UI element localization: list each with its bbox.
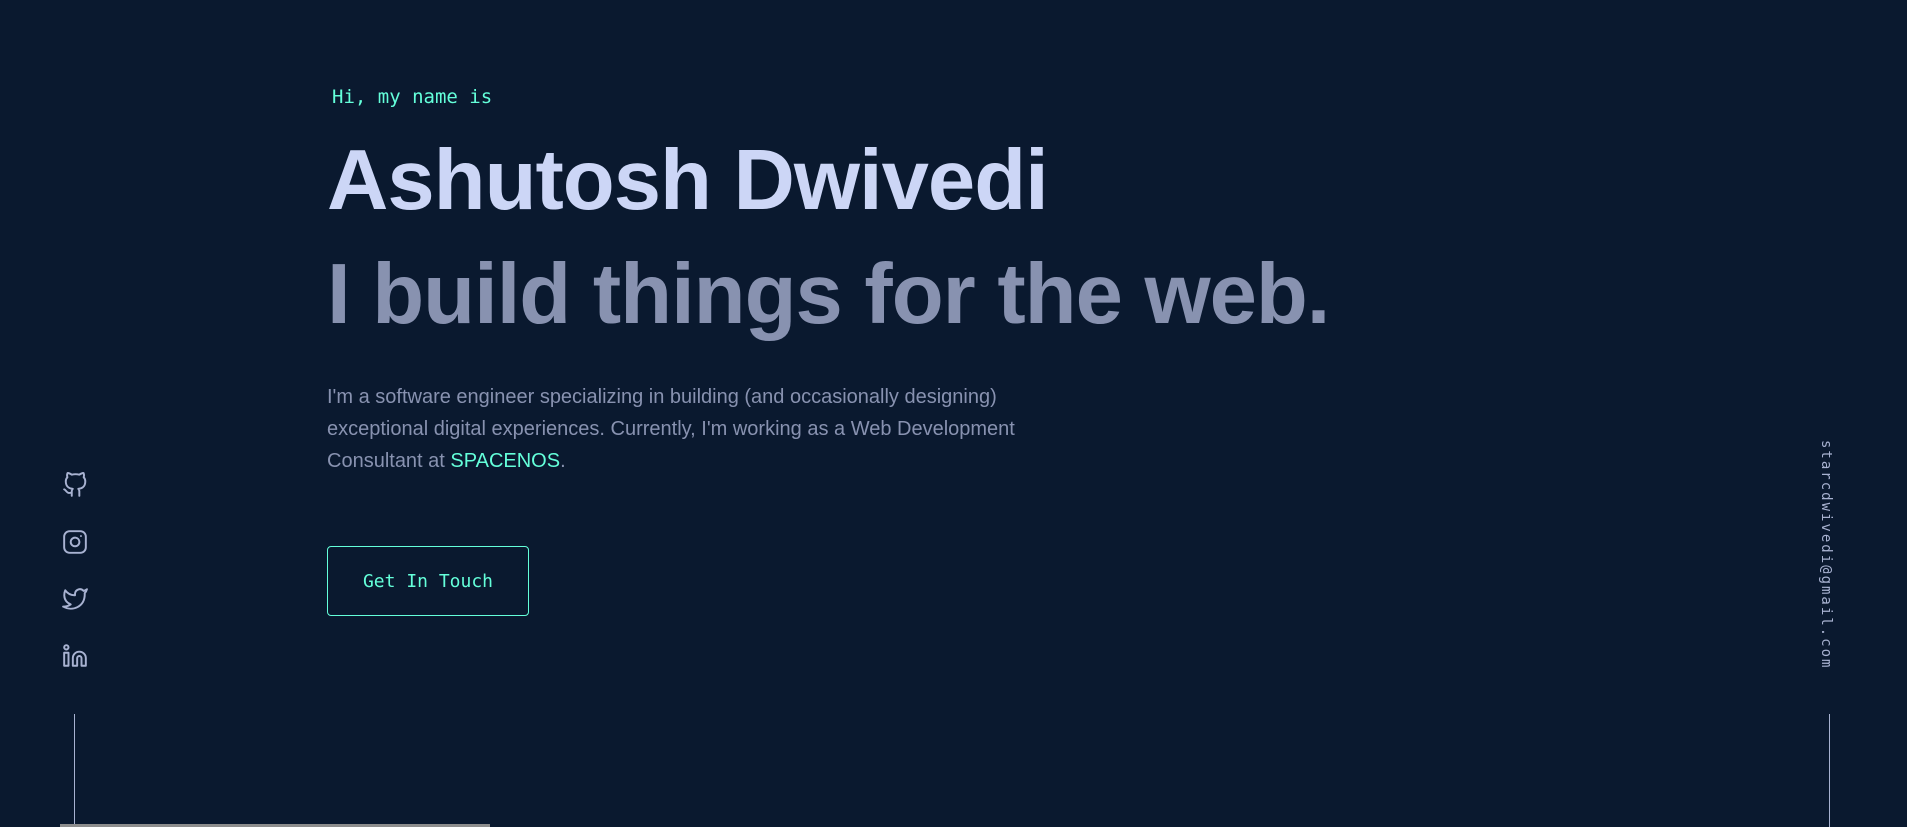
right-vertical-line <box>1829 714 1830 827</box>
get-in-touch-button[interactable]: Get In Touch <box>327 546 529 616</box>
github-icon <box>63 472 87 497</box>
hero-name: Ashutosh Dwivedi <box>327 133 1049 228</box>
linkedin-link[interactable] <box>60 641 90 671</box>
greeting-text: Hi, my name is <box>332 86 493 108</box>
twitter-link[interactable] <box>60 584 90 614</box>
intro-end: . <box>560 450 566 472</box>
linkedin-icon <box>63 644 87 667</box>
github-link[interactable] <box>60 470 90 500</box>
email-link[interactable]: starcdwivedi@gmail.com <box>1818 440 1834 669</box>
twitter-icon <box>62 588 88 610</box>
hero-tagline: I build things for the web. <box>327 247 1330 342</box>
social-links <box>60 470 90 698</box>
intro-paragraph: I'm a software engineer specializing in … <box>327 381 1017 477</box>
company-link[interactable]: SPACENOS <box>450 450 560 472</box>
instagram-icon <box>63 530 87 554</box>
instagram-link[interactable] <box>60 527 90 557</box>
left-vertical-line <box>74 714 75 827</box>
intro-text: I'm a software engineer specializing in … <box>327 386 1015 472</box>
